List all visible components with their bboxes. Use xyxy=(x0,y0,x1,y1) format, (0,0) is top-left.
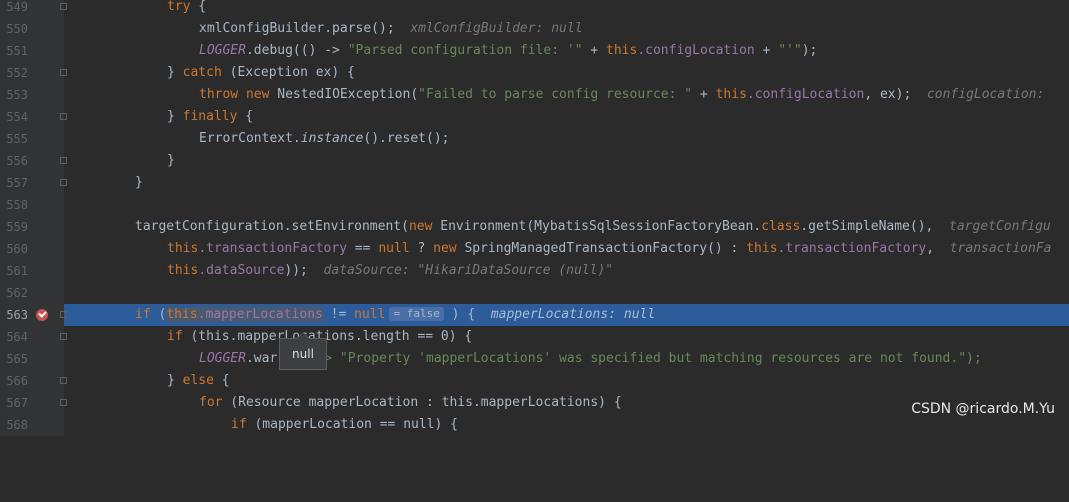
gutter[interactable]: 565 xyxy=(0,348,64,370)
selected-expression[interactable]: this.mapperLocations xyxy=(166,307,323,322)
gutter[interactable]: 549 xyxy=(0,0,67,18)
line-number: 565 xyxy=(6,352,28,366)
gutter[interactable]: 563 xyxy=(0,304,67,326)
gutter[interactable]: 568 xyxy=(0,414,64,436)
code-line-565[interactable]: 565 LOGGER.war > "Property 'mapperLocati… xyxy=(0,348,1069,370)
gutter[interactable]: 556 xyxy=(0,150,67,172)
fold-marker-icon[interactable] xyxy=(60,311,67,318)
gutter[interactable]: 559 xyxy=(0,216,64,238)
gutter[interactable]: 552 xyxy=(0,62,67,84)
code-line-555[interactable]: 555 ErrorContext.instance().reset(); xyxy=(0,128,1069,150)
line-number: 553 xyxy=(6,88,28,102)
gutter[interactable]: 566 xyxy=(0,370,67,392)
code-line-560[interactable]: 560 this.transactionFactory == null ? ne… xyxy=(0,238,1069,260)
code-line-554[interactable]: 554 } finally { xyxy=(0,106,1069,128)
code-line-553[interactable]: 553 throw new NestedIOException("Failed … xyxy=(0,84,1069,106)
debug-inline-value: dataSource: "HikariDataSource (null)" xyxy=(323,263,614,278)
line-number: 554 xyxy=(6,110,28,124)
line-number: 552 xyxy=(6,66,28,80)
line-number: 566 xyxy=(6,374,28,388)
debug-inline-value: targetConfigu xyxy=(949,219,1051,234)
code-line-559[interactable]: 559 targetConfiguration.setEnvironment(n… xyxy=(0,216,1069,238)
gutter[interactable]: 562 xyxy=(0,282,64,304)
keyword: try xyxy=(167,0,191,14)
code-line-550[interactable]: 550 xmlConfigBuilder.parse(); xmlConfigB… xyxy=(0,18,1069,40)
debug-inline-value: xmlConfigBuilder: null xyxy=(410,21,583,36)
gutter[interactable]: 553 xyxy=(0,84,64,106)
gutter[interactable]: 564 xyxy=(0,326,67,348)
code-editor[interactable]: 549 try { 550 xmlConfigBuilder.parse(); … xyxy=(0,0,1069,436)
line-number: 560 xyxy=(6,242,28,256)
value-tooltip: null xyxy=(279,332,327,370)
debug-inline-value: transactionFa xyxy=(949,241,1052,256)
gutter[interactable]: 557 xyxy=(0,172,67,194)
watermark: CSDN @ricardo.M.Yu xyxy=(911,401,1055,417)
line-number: 550 xyxy=(6,22,28,36)
code-line-567[interactable]: 567 for (Resource mapperLocation : this.… xyxy=(0,392,1069,414)
fold-marker-icon[interactable] xyxy=(60,377,67,384)
execution-point-line[interactable]: 563 if (this.mapperLocations != null = fa… xyxy=(0,304,1069,326)
line-number: 557 xyxy=(6,176,28,190)
code-line-562[interactable]: 562 xyxy=(0,282,1069,304)
code-line-561[interactable]: 561 this.dataSource)); dataSource: "Hika… xyxy=(0,260,1069,282)
gutter[interactable]: 567 xyxy=(0,392,67,414)
line-number: 567 xyxy=(6,396,28,410)
fold-marker-icon[interactable] xyxy=(60,157,67,164)
gutter[interactable]: 550 xyxy=(0,18,64,40)
code-line-557[interactable]: 557 } xyxy=(0,172,1069,194)
inline-value-badge: = false xyxy=(389,307,444,321)
fold-marker-icon[interactable] xyxy=(60,3,67,10)
line-number: 559 xyxy=(6,220,28,234)
code-line-564[interactable]: 564 if (this.mapperLocations.length == 0… xyxy=(0,326,1069,348)
line-number: 549 xyxy=(6,0,28,14)
gutter[interactable]: 560 xyxy=(0,238,64,260)
code-line-568[interactable]: 568 if (mapperLocation == null) { xyxy=(0,414,1069,436)
fold-marker-icon[interactable] xyxy=(60,69,67,76)
code-line-566[interactable]: 566 } else { xyxy=(0,370,1069,392)
line-number: 562 xyxy=(6,286,28,300)
line-number: 551 xyxy=(6,44,28,58)
code-line-551[interactable]: 551 LOGGER.debug(() -> "Parsed configura… xyxy=(0,40,1069,62)
line-number: 568 xyxy=(6,418,28,432)
line-number: 564 xyxy=(6,330,28,344)
code-line-549[interactable]: 549 try { xyxy=(0,0,1069,18)
gutter[interactable]: 558 xyxy=(0,194,64,216)
gutter[interactable]: 555 xyxy=(0,128,64,150)
code-line-556[interactable]: 556 } xyxy=(0,150,1069,172)
code-line-552[interactable]: 552 } catch (Exception ex) { xyxy=(0,62,1069,84)
fold-marker-icon[interactable] xyxy=(60,333,67,340)
line-number: 561 xyxy=(6,264,28,278)
fold-marker-icon[interactable] xyxy=(60,399,67,406)
line-number: 563 xyxy=(6,308,28,322)
fold-marker-icon[interactable] xyxy=(60,179,67,186)
line-number: 556 xyxy=(6,154,28,168)
breakpoint-check-icon[interactable] xyxy=(36,309,48,321)
gutter[interactable]: 551 xyxy=(0,40,64,62)
line-number: 558 xyxy=(6,198,28,212)
debug-inline-value: mapperLocations: null xyxy=(490,307,656,322)
line-number: 555 xyxy=(6,132,28,146)
code-line-558[interactable]: 558 xyxy=(0,194,1069,216)
debug-inline-value: configLocation: xyxy=(926,87,1053,102)
gutter[interactable]: 554 xyxy=(0,106,67,128)
fold-marker-icon[interactable] xyxy=(60,113,67,120)
gutter[interactable]: 561 xyxy=(0,260,64,282)
